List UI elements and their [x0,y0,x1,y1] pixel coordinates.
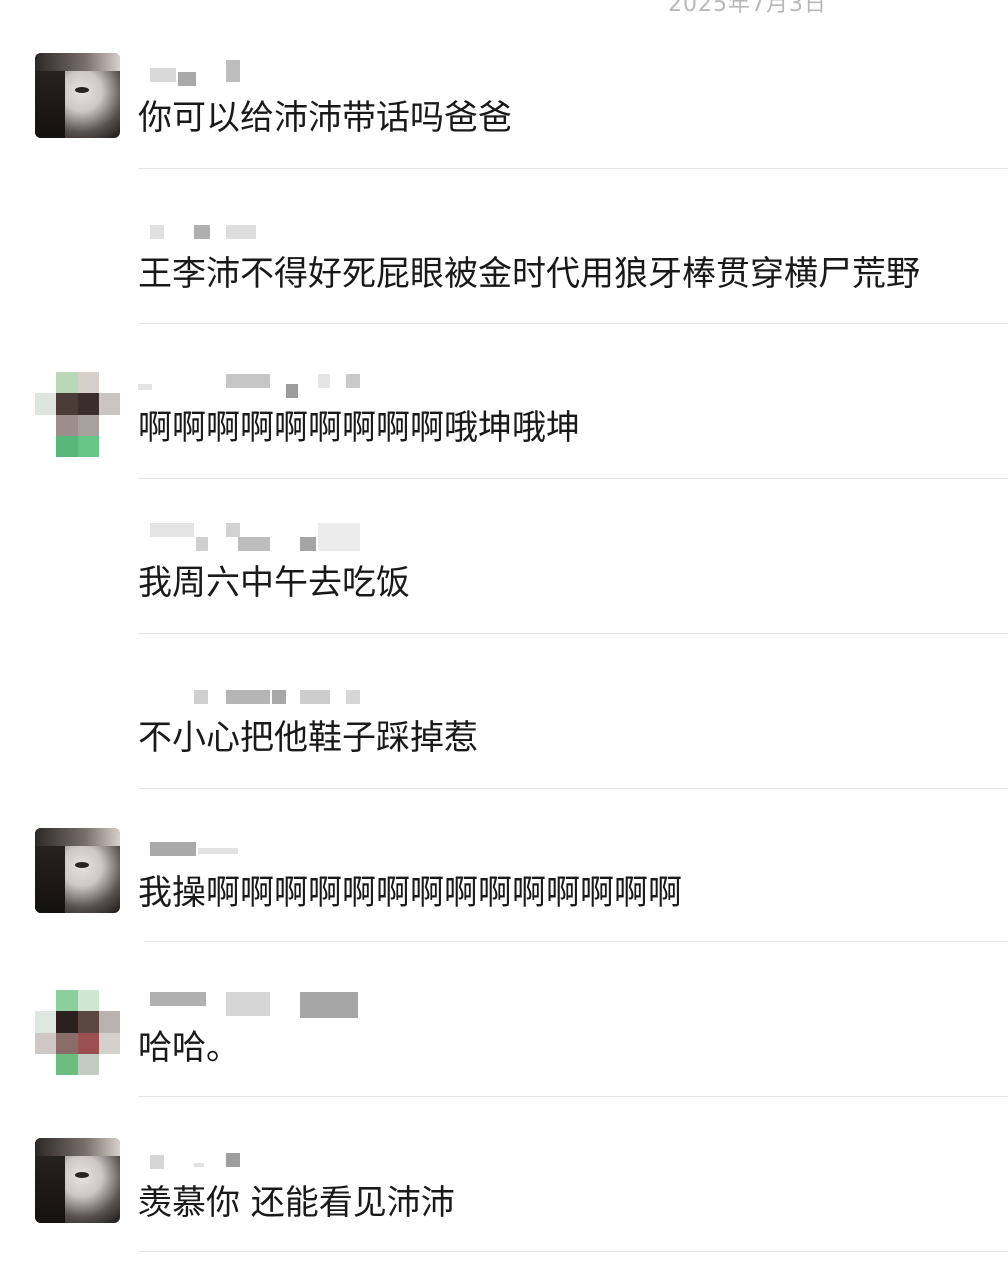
message-item[interactable]: 王李沛不得好死屁眼被金时代用狼牙棒贯穿横尸荒野 [0,155,1008,324]
message-item[interactable]: 哈哈。 [0,930,1008,1097]
message-text: 你可以给沛沛带话吗爸爸 [138,98,512,138]
message-text: 我周六中午去吃饭 [138,563,410,603]
message-item[interactable]: 我周六中午去吃饭 [0,465,1008,634]
sender-name-blurred [138,1153,248,1175]
pixelated-avatar-icon[interactable] [35,372,120,457]
message-item[interactable]: 你可以给沛沛带话吗爸爸 [0,0,1008,169]
pixelated-avatar-icon[interactable] [35,990,120,1075]
message-text: 啊啊啊啊啊啊啊啊啊哦坤哦坤 [138,408,580,448]
message-item[interactable]: 羡慕你 还能看见沛沛 [0,1085,1008,1252]
user-avatar[interactable] [35,1138,120,1223]
message-item[interactable]: 不小心把他鞋子踩掉惹 [0,620,1008,789]
sender-name-blurred [138,225,258,247]
message-text: 不小心把他鞋子踩掉惹 [138,718,478,758]
sender-name-blurred [138,990,368,1018]
message-text: 我操啊啊啊啊啊啊啊啊啊啊啊啊啊啊 [138,873,682,913]
message-text: 王李沛不得好死屁眼被金时代用狼牙棒贯穿横尸荒野 [138,254,920,294]
message-text: 羡慕你 还能看见沛沛 [138,1183,455,1223]
sender-name-blurred [138,374,368,398]
sender-name-blurred [138,60,248,86]
sender-name-blurred [138,523,368,551]
message-item[interactable]: 我操啊啊啊啊啊啊啊啊啊啊啊啊啊啊 [0,775,1008,942]
sender-name-blurred [138,840,268,862]
message-item[interactable]: 啊啊啊啊啊啊啊啊啊哦坤哦坤 [0,310,1008,479]
sender-name-blurred [138,688,368,710]
user-avatar[interactable] [35,828,120,913]
divider [138,1251,1008,1252]
message-text: 哈哈。 [138,1028,240,1068]
user-avatar[interactable] [35,53,120,138]
